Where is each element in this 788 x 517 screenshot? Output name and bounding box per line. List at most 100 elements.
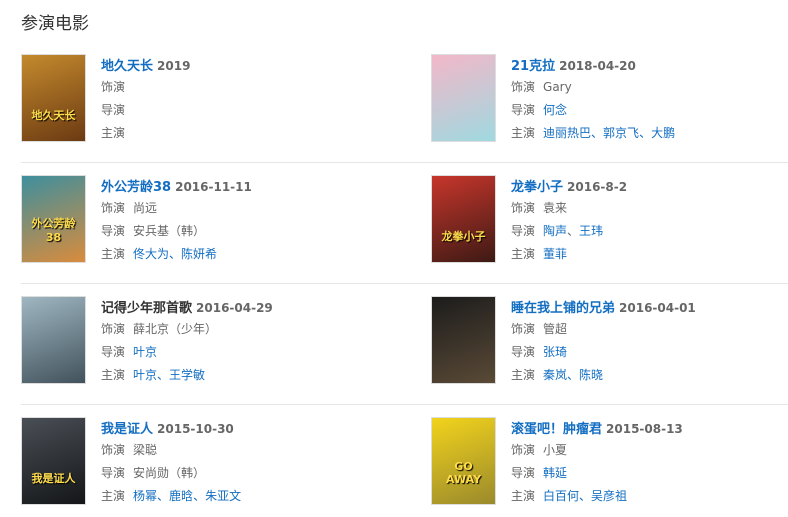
role-row: 饰演 [101,76,351,99]
film-row: 地久天长 地久天长 2019 饰演 导演 主演 21克拉 2018-04-20 饰演 Gary 导演… [21,54,788,175]
role-label: 饰演 [511,80,536,94]
film-card: 记得少年那首歌 2016-04-29 饰演 薛北京（少年） 导演 叶京 主演 叶京、王学敏 [21,296,351,386]
cast-link[interactable]: 陈晓 [579,368,603,382]
film-heading: 21克拉 2018-04-20 [511,54,761,76]
film-poster[interactable]: 外公芳龄38 [21,175,86,263]
director-link[interactable]: 陶声 [543,224,567,238]
director-label: 导演 [101,224,126,238]
film-info: 地久天长 2019 饰演 导演 主演 [101,54,351,145]
role-row: 饰演 Gary [511,76,761,99]
director-note: （韩） [169,224,206,238]
cast-link[interactable]: 董菲 [543,247,567,261]
film-info: 外公芳龄38 2016-11-11 饰演 尚远 导演 安兵基（韩） 主演 佟大为、陈妍希 [101,175,351,266]
director-row: 导演 安兵基（韩） [101,220,351,243]
film-info: 21克拉 2018-04-20 饰演 Gary 导演 何念 主演 迪丽热巴、郭京飞、大鹏 [511,54,761,145]
name-separator: 、 [567,224,580,238]
name-separator: 、 [639,126,652,140]
role-label: 饰演 [101,443,126,457]
role-label: 饰演 [511,322,536,336]
film-card: 龙拳小子 龙拳小子 2016-8-2 饰演 袁来 导演 陶声、王玮 主演 董菲 [431,175,761,265]
cast-label: 主演 [511,247,536,261]
film-title-link[interactable]: 我是证人 [101,422,153,437]
poster-title: GO AWAY [445,460,482,486]
role-value: 小夏 [543,443,568,457]
cast-link[interactable]: 秦岚 [543,368,567,382]
name-separator: 、 [157,368,170,382]
film-poster[interactable] [431,296,496,384]
film-grid: 地久天长 地久天长 2019 饰演 导演 主演 21克拉 2018-04-20 饰演 Gary 导演… [21,54,788,517]
poster-art [22,297,85,383]
film-poster[interactable]: GO AWAY [431,417,496,505]
director-label: 导演 [511,224,536,238]
cast-link[interactable]: 白百何 [543,489,579,503]
director-name: 安尚勋 [133,466,170,480]
name-separator: 、 [567,368,580,382]
film-poster[interactable]: 龙拳小子 [431,175,496,263]
release-date: 2019 [157,59,191,73]
role-row: 饰演 薛北京（少年） [101,318,351,341]
cast-link[interactable]: 吴彦祖 [591,489,627,503]
film-title-link[interactable]: 睡在我上铺的兄弟 [511,301,615,316]
film-heading: 外公芳龄38 2016-11-11 [101,175,351,197]
film-title-link[interactable]: 记得少年那首歌 [101,301,192,316]
cast-link[interactable]: 郭京飞 [603,126,639,140]
cast-row: 主演 秦岚、陈晓 [511,364,761,387]
director-row: 导演 韩延 [511,462,761,485]
role-label: 饰演 [511,443,536,457]
role-value: 尚远 [133,201,158,215]
release-date: 2016-11-11 [175,180,252,194]
cast-link[interactable]: 大鹏 [651,126,675,140]
film-row: 我是证人 我是证人 2015-10-30 饰演 梁聪 导演 安尚勋（韩） 主演 杨幂、鹿晗、朱亚… [21,404,788,517]
film-heading: 滚蛋吧！肿瘤君 2015-08-13 [511,417,761,439]
role-row: 饰演 管超 [511,318,761,341]
director-label: 导演 [101,345,126,359]
cast-link[interactable]: 佟大为 [133,247,169,261]
role-value: Gary [543,80,572,94]
director-link[interactable]: 韩延 [543,466,567,480]
film-heading: 记得少年那首歌 2016-04-29 [101,296,351,318]
film-poster[interactable]: 我是证人 [21,417,86,505]
cast-link[interactable]: 叶京 [133,368,157,382]
film-title-link[interactable]: 滚蛋吧！肿瘤君 [511,422,602,437]
film-info: 我是证人 2015-10-30 饰演 梁聪 导演 安尚勋（韩） 主演 杨幂、鹿晗、朱亚文 [101,417,351,508]
poster-title: 龙拳小子 [441,230,486,243]
cast-link[interactable]: 杨幂 [133,489,157,503]
cast-label: 主演 [101,247,126,261]
cast-row: 主演 叶京、王学敏 [101,364,351,387]
poster-art [432,55,495,141]
cast-link[interactable]: 迪丽热巴 [543,126,591,140]
film-heading: 地久天长 2019 [101,54,351,76]
director-row: 导演 叶京 [101,341,351,364]
cast-link[interactable]: 鹿晗 [169,489,193,503]
film-poster[interactable]: 地久天长 [21,54,86,142]
film-title-link[interactable]: 外公芳龄38 [101,180,171,195]
film-info: 龙拳小子 2016-8-2 饰演 袁来 导演 陶声、王玮 主演 董菲 [511,175,761,266]
director-link[interactable]: 王玮 [579,224,603,238]
film-heading: 龙拳小子 2016-8-2 [511,175,761,197]
name-separator: 、 [193,489,206,503]
film-info: 睡在我上铺的兄弟 2016-04-01 饰演 管超 导演 张琦 主演 秦岚、陈晓 [511,296,761,387]
film-poster[interactable] [431,54,496,142]
role-label: 饰演 [101,80,126,94]
director-label: 导演 [101,103,126,117]
film-info: 记得少年那首歌 2016-04-29 饰演 薛北京（少年） 导演 叶京 主演 叶京、王学敏 [101,296,351,387]
film-info: 滚蛋吧！肿瘤君 2015-08-13 饰演 小夏 导演 韩延 主演 白百何、吴彦祖 [511,417,761,508]
film-poster[interactable] [21,296,86,384]
director-link[interactable]: 何念 [543,103,567,117]
director-link[interactable]: 张琦 [543,345,567,359]
cast-link[interactable]: 朱亚文 [205,489,241,503]
cast-row: 主演 董菲 [511,243,761,266]
director-link[interactable]: 叶京 [133,345,157,359]
cast-link[interactable]: 陈妍希 [181,247,217,261]
film-title-link[interactable]: 地久天长 [101,59,153,74]
role-row: 饰演 尚远 [101,197,351,220]
film-title-link[interactable]: 21克拉 [511,59,555,74]
film-heading: 我是证人 2015-10-30 [101,417,351,439]
director-row: 导演 何念 [511,99,761,122]
film-title-link[interactable]: 龙拳小子 [511,180,563,195]
cast-link[interactable]: 王学敏 [169,368,205,382]
name-separator: 、 [591,126,604,140]
poster-title: 外公芳龄38 [31,217,76,244]
cast-row: 主演 杨幂、鹿晗、朱亚文 [101,485,351,508]
cast-label: 主演 [101,489,126,503]
